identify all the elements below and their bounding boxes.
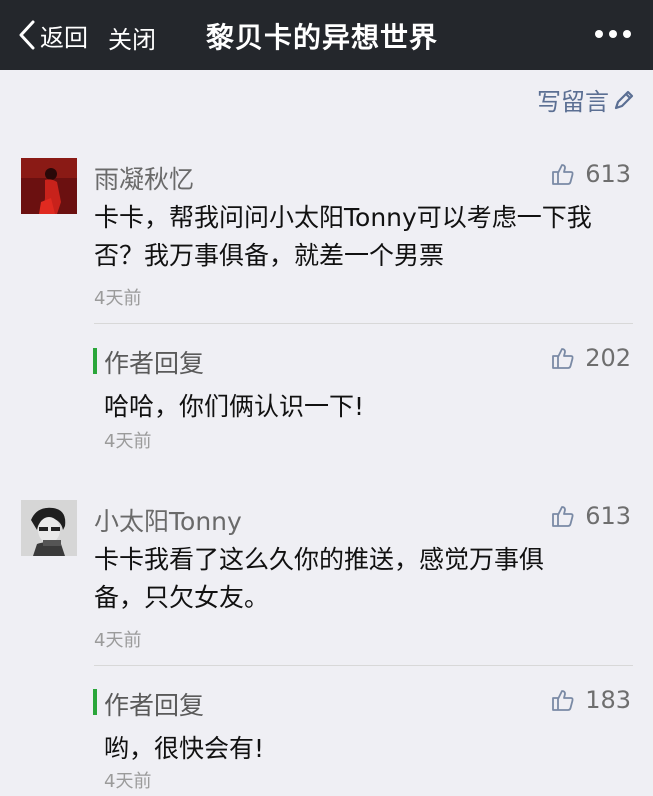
reply-label: 作者回复	[104, 691, 205, 720]
reply-indicator-bar	[93, 348, 97, 374]
like-count: 613	[585, 160, 631, 188]
more-button[interactable]	[595, 30, 631, 38]
comment-line: 备，只欠女友。	[94, 583, 270, 612]
divider	[94, 665, 633, 666]
like-count: 613	[585, 502, 631, 530]
reply-indicator-bar	[93, 689, 97, 715]
page-title: 黎贝卡的异想世界	[206, 21, 439, 54]
thumbs-up-icon	[552, 164, 574, 185]
like-button[interactable]: 613	[551, 160, 631, 188]
like-count: 202	[585, 344, 631, 372]
thumbs-up-icon	[552, 690, 574, 711]
thumbs-up-icon	[552, 506, 574, 527]
reply-content: 哈哈，你们俩认识一下!	[104, 392, 365, 421]
comment-nickname: 小太阳Tonny	[94, 507, 242, 536]
more-dots-icon	[595, 30, 603, 38]
avatar[interactable]	[21, 500, 77, 556]
comment-nickname: 雨凝秋忆	[94, 165, 195, 194]
thumbs-up-icon	[552, 348, 574, 369]
like-count: 183	[585, 686, 631, 714]
comment-time: 4天前	[94, 630, 142, 651]
reply-content: 哟，很快会有!	[104, 734, 265, 763]
reply-time: 4天前	[104, 771, 152, 792]
avatar[interactable]	[21, 158, 77, 214]
comment-content: 卡卡，帮我问问小太阳Tonny可以考虑一下我 否？我万事俱备，就差一个男票	[94, 199, 639, 275]
write-comment-label: 写留言	[537, 88, 609, 116]
comment-line: 卡卡，帮我问问小太阳Tonny可以考虑一下我	[94, 203, 592, 232]
close-button[interactable]: 关闭	[108, 20, 156, 55]
pencil-icon	[614, 90, 634, 109]
back-button[interactable]: 返回	[18, 18, 88, 52]
comment-content: 卡卡我看了这么久你的推送，感觉万事俱 备，只欠女友。	[94, 541, 639, 617]
chevron-left-icon	[19, 20, 35, 50]
write-comment-button[interactable]: 写留言	[537, 82, 635, 117]
divider	[94, 323, 633, 324]
reply-like-button[interactable]: 183	[551, 686, 631, 714]
comment-line: 否？我万事俱备，就差一个男票	[94, 241, 445, 270]
like-button[interactable]: 613	[551, 502, 631, 530]
reply-like-button[interactable]: 202	[551, 344, 631, 372]
reply-time: 4天前	[104, 431, 152, 452]
comment-line: 卡卡我看了这么久你的推送，感觉万事俱	[94, 545, 545, 574]
top-navbar: 返回 关闭 黎贝卡的异想世界	[0, 0, 653, 70]
back-label: 返回	[40, 23, 88, 52]
reply-label: 作者回复	[104, 349, 205, 378]
comment-time: 4天前	[94, 288, 142, 309]
